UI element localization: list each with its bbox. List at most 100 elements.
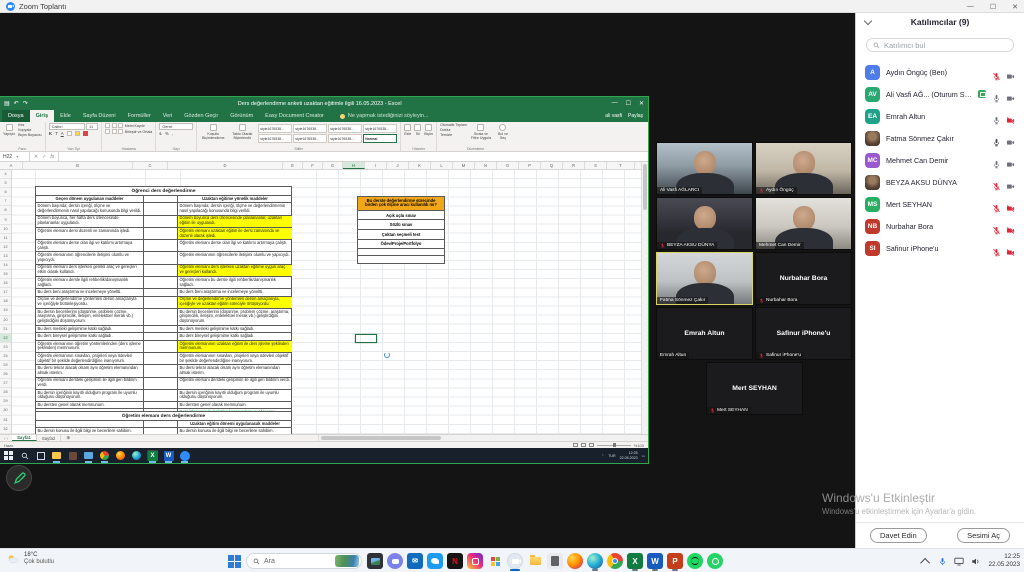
participant-row[interactable]: BEYZA AKSU DÜNYA (856, 171, 1024, 193)
bold-button[interactable]: K (49, 131, 52, 136)
cell-c[interactable] (144, 202, 178, 214)
video-tile[interactable]: Emrah AltunEmrah Altun (656, 307, 753, 360)
search-icon[interactable] (19, 450, 30, 461)
cell-b[interactable]: Öğretim elemanının öğrencilerle iletişim… (36, 251, 144, 263)
cell-d[interactable]: Dönem başında; dersin içeriği, ölçme ve … (178, 202, 292, 214)
save-icon[interactable]: ▤ (4, 101, 10, 107)
taskview-icon[interactable] (35, 450, 46, 461)
cell-style-item[interactable]: style1676538... (328, 124, 362, 133)
video-tile[interactable]: BEYZA AKSU DÜNYA (656, 197, 753, 250)
word-icon[interactable]: W (163, 450, 174, 461)
column-header-H[interactable]: H (343, 162, 365, 169)
invite-button[interactable]: Davet Edin (870, 528, 927, 543)
speaker-tray-icon[interactable] (971, 556, 981, 566)
cell-b[interactable]: Bu ders bireysel gelişimime katkı sağlad… (36, 332, 144, 339)
video-tile[interactable]: Mehmet Can Demir (755, 197, 852, 250)
cell-b[interactable]: Bu dersten genel olarak memnunum. (36, 401, 144, 408)
cell-style-item[interactable]: style1676538... (258, 124, 292, 133)
cell-d[interactable]: Ölçme ve değerlendirme yöntemleri dersin… (178, 296, 292, 308)
wrap-text-button[interactable]: Metni Kaydır (125, 124, 145, 128)
cell-d[interactable]: Bu dersin becerilerimi (düşünme, problem… (178, 308, 292, 325)
row-header-5[interactable]: 5 (0, 179, 11, 188)
word-icon[interactable]: W (647, 553, 663, 569)
cell-d[interactable]: Dönem boyunca ders izlencesinde planlana… (178, 215, 292, 227)
video-tile[interactable]: Mert SEYHANMert SEYHAN (706, 362, 803, 415)
spotify-icon[interactable] (687, 553, 703, 569)
chat-icon[interactable] (387, 553, 403, 569)
mic-muted-icon[interactable] (992, 222, 1001, 231)
cell-b[interactable]: Bu dersin içeriğinin kayıtlı olduğum pro… (36, 389, 144, 401)
cell-b[interactable]: Dönem başında; dersin içeriği, ölçme ve … (36, 202, 144, 214)
column-header-I[interactable]: I (365, 162, 387, 169)
cell-c[interactable] (144, 264, 178, 276)
camera-off-icon[interactable] (1006, 200, 1015, 209)
share-button[interactable]: Paylaş (628, 113, 643, 119)
participant-row[interactable]: MSMert SEYHAN (856, 193, 1024, 215)
cell-d[interactable]: Öğretim elemanının uzaktan eğitim ile de… (178, 340, 292, 352)
cell-c[interactable] (144, 389, 178, 401)
underline-button[interactable]: A (61, 131, 64, 136)
participant-row[interactable]: AVAli Vasfi AĞ... (Oturum Sahibi) (856, 83, 1024, 105)
cell-b[interactable]: Öğretim elemanı dersi düzenli ve zamanın… (36, 227, 144, 239)
cell-style-item[interactable]: style1676538... (328, 134, 362, 143)
cell-style-item[interactable]: style1676538... (293, 124, 327, 133)
unmute-button[interactable]: Sesimi Aç (957, 528, 1010, 543)
whatsapp-icon[interactable] (707, 553, 723, 569)
store-icon[interactable] (67, 450, 78, 461)
redo-icon[interactable]: ↷ (23, 101, 28, 107)
number-format-select[interactable]: Genel (159, 123, 193, 130)
cell-d[interactable]: Bu dersin içeriğinin kayıtlı olduğum pro… (178, 389, 292, 401)
participant-search-input[interactable]: Katılımcı bul (866, 38, 1014, 52)
column-header-B[interactable]: B (23, 162, 133, 169)
italic-button[interactable]: T (55, 131, 58, 136)
zoom-icon[interactable] (507, 553, 523, 569)
ppt-icon[interactable]: P (667, 553, 683, 569)
participant-row[interactable]: EAEmrah Altun (856, 105, 1024, 127)
column-header-T[interactable]: T (607, 162, 635, 169)
camera-off-icon[interactable] (1006, 222, 1015, 231)
insert-cells-button[interactable]: Ekle (404, 123, 411, 145)
mic-icon[interactable] (992, 90, 1001, 99)
quick-access-toolbar[interactable]: ▤↶↷ (4, 101, 28, 107)
selected-cell-h22[interactable] (355, 334, 377, 343)
sort-filter-button[interactable]: Sırala ve Filtre Uygula (470, 123, 492, 145)
mic-icon[interactable] (992, 112, 1001, 121)
collapse-panel-icon[interactable] (864, 17, 872, 25)
font-name-select[interactable]: Calibri (49, 123, 85, 130)
ribbon-tab-giriş[interactable]: Giriş (30, 110, 55, 122)
edge-icon[interactable] (587, 553, 603, 569)
ribbon-tab-veri[interactable]: Veri (157, 110, 178, 122)
video-tile[interactable]: Safinur iPhone'uSafinur iPhone'u (755, 307, 852, 360)
column-header-L[interactable]: L (431, 162, 453, 169)
paste-button[interactable]: Yapıştır (3, 123, 15, 145)
column-header-D[interactable]: D (168, 162, 283, 169)
row-headers[interactable]: 4567891011121314151617181920212223242526… (0, 170, 12, 434)
firefox-icon[interactable] (567, 553, 583, 569)
ribbon-tab-sayfa-düzeni[interactable]: Sayfa Düzeni (77, 110, 122, 122)
assessment-option[interactable]: Ödev/Proje/Portfolyo (358, 240, 444, 250)
close-button[interactable]: ✕ (1012, 3, 1018, 11)
cell-b[interactable]: Ölçme ve değerlendirme yöntemleri dersin… (36, 296, 144, 308)
cell-style-item[interactable]: style1676538... (363, 124, 397, 133)
cell-c[interactable] (144, 427, 178, 434)
cell-c[interactable] (144, 215, 178, 227)
start-button[interactable] (228, 555, 241, 568)
column-header-A[interactable]: A (0, 162, 23, 169)
start-icon[interactable] (3, 450, 14, 461)
cell-d[interactable]: Bu ders bireysel gelişimime katkı sağlad… (178, 332, 292, 339)
video-tile[interactable]: Nurbahar BoraNurbahar Bora (755, 252, 852, 305)
row-header-12[interactable]: 12 (0, 243, 11, 252)
camera-off-icon[interactable] (1006, 244, 1015, 253)
copy-button[interactable]: Kopyala (18, 128, 42, 132)
row-header-26[interactable]: 26 (0, 370, 11, 379)
cell-b[interactable]: Öğretim elemanı dersteki gelişimim ile i… (36, 377, 144, 389)
column-header-N[interactable]: N (475, 162, 497, 169)
currency-button[interactable]: ₺ (159, 131, 162, 136)
camera-icon[interactable] (1006, 68, 1015, 77)
column-header-J[interactable]: J (387, 162, 409, 169)
calc-icon[interactable] (547, 553, 563, 569)
camera-icon[interactable] (1006, 90, 1015, 99)
clock[interactable]: 12:25 22.05.2023 (988, 553, 1020, 568)
percent-button[interactable]: % (165, 131, 169, 136)
store-icon[interactable] (487, 553, 503, 569)
